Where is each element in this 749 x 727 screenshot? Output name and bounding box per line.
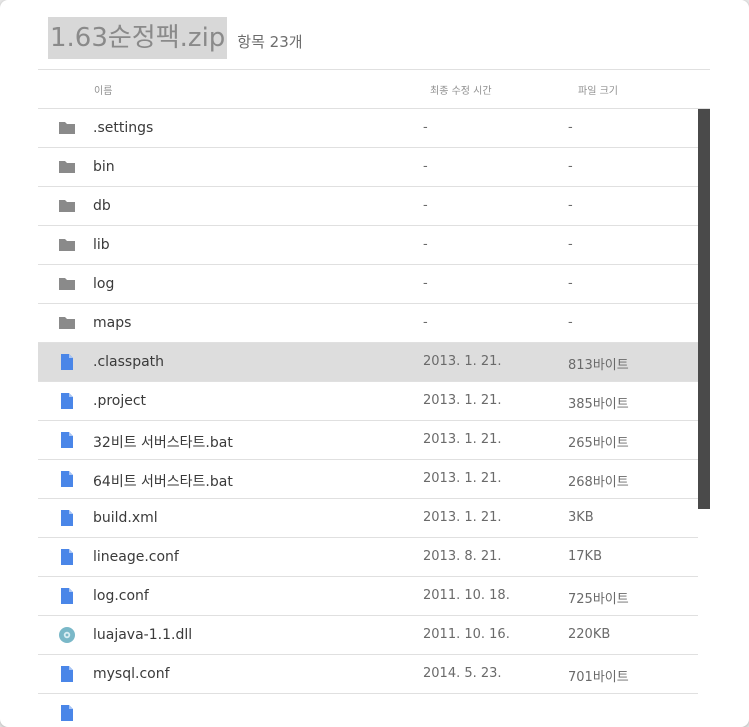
file-name: lineage.conf xyxy=(93,549,179,565)
file-size: - xyxy=(568,198,573,213)
file-size: - xyxy=(568,276,573,291)
file-row[interactable]: .classpath 2013. 1. 21. 813바이트 xyxy=(38,343,698,382)
file-modified: - xyxy=(423,276,428,291)
file-modified: - xyxy=(423,198,428,213)
file-modified: - xyxy=(423,315,428,330)
folder-icon xyxy=(58,119,76,137)
file-size: 220KB xyxy=(568,627,611,642)
file-name: .settings xyxy=(93,120,154,136)
file-modified: - xyxy=(423,120,428,135)
file-row[interactable]: .project 2013. 1. 21. 385바이트 xyxy=(38,382,698,421)
file-modified: 2011. 10. 16. xyxy=(423,627,510,642)
zip-preview-dialog: 1.63순정팩.zip 항목 23개 이름 최종 수정 시간 파일 크기 .se… xyxy=(0,0,749,727)
file-row[interactable]: log.conf 2011. 10. 18. 725바이트 xyxy=(38,577,698,616)
file-name: bin xyxy=(93,159,115,175)
file-row[interactable]: lib - - xyxy=(38,226,698,265)
file-name: mysql.conf xyxy=(93,666,170,682)
file-name: lib xyxy=(93,237,110,253)
file-icon xyxy=(58,353,76,371)
file-icon xyxy=(58,431,76,449)
file-row[interactable]: build.xml 2013. 1. 21. 3KB xyxy=(38,499,698,538)
file-size: 385바이트 xyxy=(568,397,629,412)
file-size: - xyxy=(568,159,573,174)
file-size: 268바이트 xyxy=(568,475,629,490)
folder-icon xyxy=(58,275,76,293)
file-name: db xyxy=(93,198,111,214)
file-list: .settings - - bin - - db - - lib - - log - - maps - - .cla… xyxy=(38,109,698,727)
item-count: 항목 23개 xyxy=(237,32,303,51)
file-row[interactable]: luajava-1.1.dll 2011. 10. 16. 220KB xyxy=(38,616,698,655)
file-modified: 2014. 5. 23. xyxy=(423,666,502,681)
file-name: maps xyxy=(93,315,132,331)
file-size: 701바이트 xyxy=(568,670,629,685)
file-size: 265바이트 xyxy=(568,436,629,451)
file-modified: 2013. 8. 21. xyxy=(423,549,502,564)
file-size: - xyxy=(568,315,573,330)
file-modified: - xyxy=(423,237,428,252)
file-name: luajava-1.1.dll xyxy=(93,627,193,643)
file-size: - xyxy=(568,237,573,252)
file-name: 32비트 서버스타트.bat xyxy=(93,435,233,451)
file-size: 17KB xyxy=(568,549,602,564)
file-name: log.conf xyxy=(93,588,149,604)
column-modified[interactable]: 최종 수정 시간 xyxy=(430,82,492,97)
file-size: 813바이트 xyxy=(568,358,629,373)
folder-icon xyxy=(58,314,76,332)
folder-icon xyxy=(58,158,76,176)
file-row[interactable]: lineage.conf 2013. 8. 21. 17KB xyxy=(38,538,698,577)
file-row[interactable]: maps - - xyxy=(38,304,698,343)
file-icon xyxy=(58,509,76,527)
file-icon xyxy=(58,704,76,722)
file-name: 64비트 서버스타트.bat xyxy=(93,474,233,490)
column-size[interactable]: 파일 크기 xyxy=(578,82,618,97)
file-row[interactable]: log - - xyxy=(38,265,698,304)
column-name[interactable]: 이름 xyxy=(94,82,112,97)
file-icon xyxy=(58,470,76,488)
header: 1.63순정팩.zip 항목 23개 xyxy=(48,17,303,59)
file-name: log xyxy=(93,276,115,292)
file-size: 3KB xyxy=(568,510,594,525)
column-header: 이름 최종 수정 시간 파일 크기 xyxy=(38,69,710,109)
scrollbar[interactable] xyxy=(698,109,710,509)
file-icon xyxy=(58,587,76,605)
file-row[interactable]: mysql.conf 2014. 5. 23. 701바이트 xyxy=(38,655,698,694)
disc-icon xyxy=(58,626,76,644)
file-row[interactable]: 64비트 서버스타트.bat 2013. 1. 21. 268바이트 xyxy=(38,460,698,499)
file-modified: 2011. 10. 18. xyxy=(423,588,510,603)
archive-title: 1.63순정팩.zip xyxy=(48,17,228,59)
file-size: 725바이트 xyxy=(568,592,629,607)
file-size: - xyxy=(568,120,573,135)
file-modified: - xyxy=(423,159,428,174)
file-row[interactable]: bin - - xyxy=(38,148,698,187)
file-modified: 2013. 1. 21. xyxy=(423,354,502,369)
file-row[interactable]: .settings - - xyxy=(38,109,698,148)
folder-icon xyxy=(58,197,76,215)
file-name: .classpath xyxy=(93,354,165,370)
file-modified: 2013. 1. 21. xyxy=(423,510,502,525)
file-row[interactable]: 32비트 서버스타트.bat 2013. 1. 21. 265바이트 xyxy=(38,421,698,460)
file-name: .project xyxy=(93,393,147,409)
file-icon xyxy=(58,548,76,566)
file-icon xyxy=(58,665,76,683)
file-row[interactable]: db - - xyxy=(38,187,698,226)
file-modified: 2013. 1. 21. xyxy=(423,471,502,486)
file-modified: 2013. 1. 21. xyxy=(423,393,502,408)
folder-icon xyxy=(58,236,76,254)
file-modified: 2013. 1. 21. xyxy=(423,432,502,447)
file-name: build.xml xyxy=(93,510,158,526)
file-row[interactable] xyxy=(38,694,698,727)
file-icon xyxy=(58,392,76,410)
